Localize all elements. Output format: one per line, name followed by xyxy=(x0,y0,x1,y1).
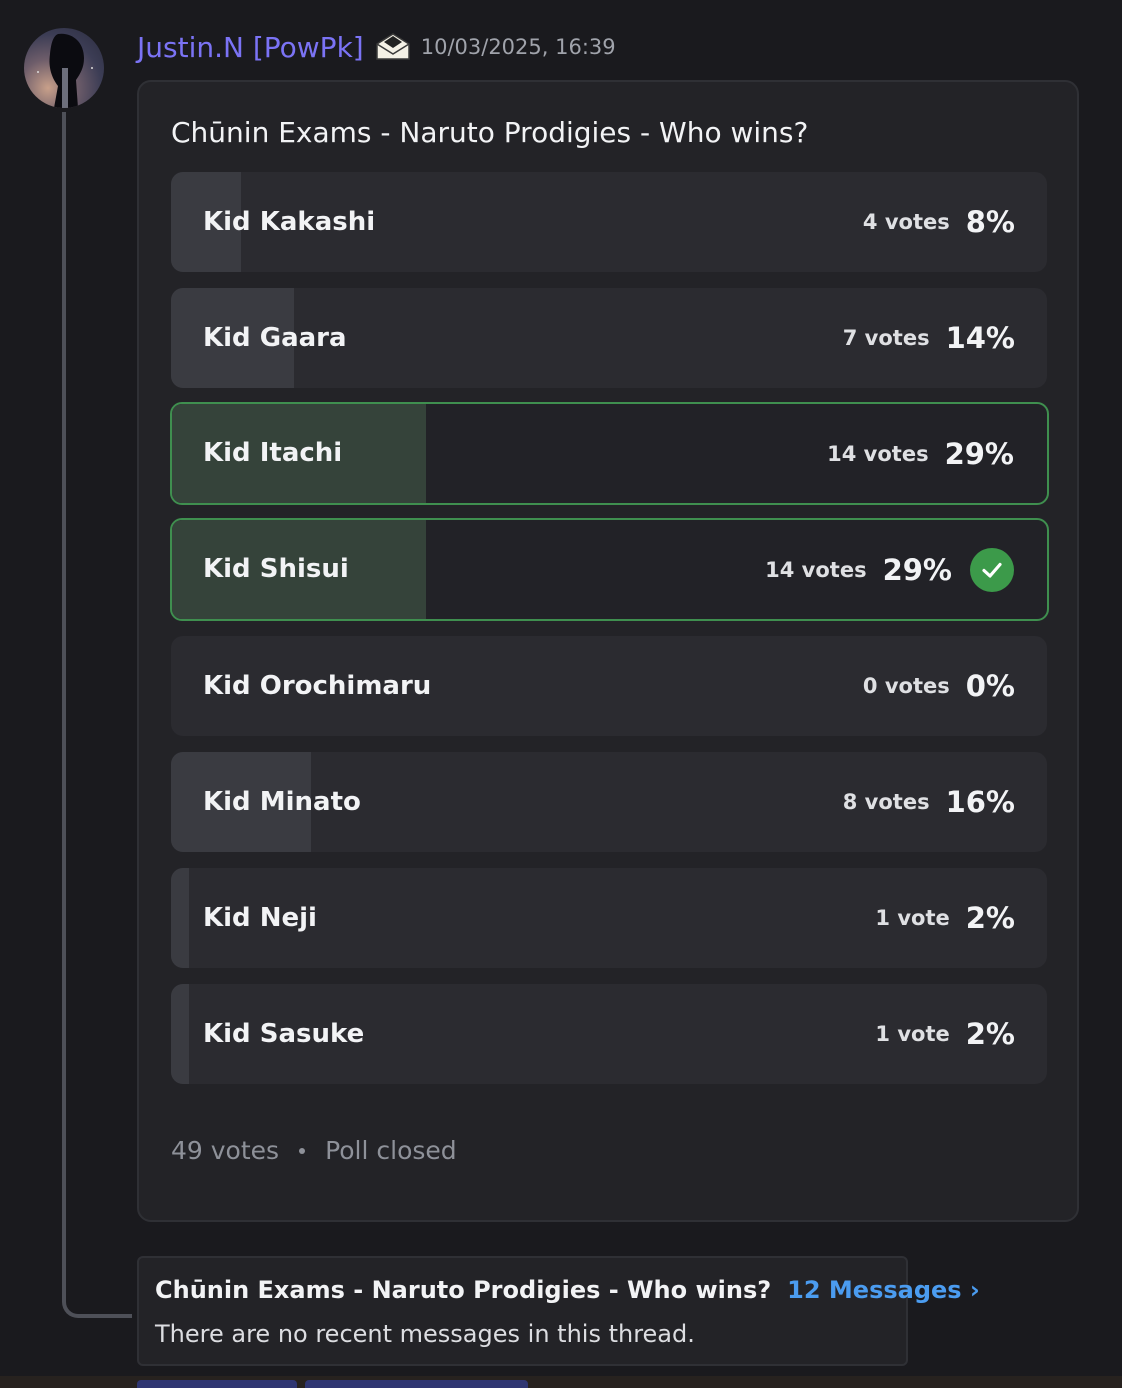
poll-option-label: Kid Sasuke xyxy=(203,1019,365,1049)
thread-title[interactable]: Chūnin Exams - Naruto Prodigies - Who wi… xyxy=(155,1276,771,1304)
poll-status: Poll closed xyxy=(325,1136,457,1165)
poll-option-percent: 0% xyxy=(965,669,1015,703)
poll-option-result: 4 votes 8% xyxy=(863,172,1015,272)
username[interactable]: Justin.N [PowPk] xyxy=(137,31,364,64)
poll-option-label: Kid Orochimaru xyxy=(203,671,432,701)
poll-question: Chūnin Exams - Naruto Prodigies - Who wi… xyxy=(171,116,809,149)
poll-option-kakashi[interactable]: Kid Kakashi 4 votes 8% xyxy=(171,172,1047,272)
voted-check-icon xyxy=(970,547,1014,592)
poll-option-shisui[interactable]: Kid Shisui 14 votes 29% xyxy=(170,518,1049,621)
poll-option-result: 14 votes 29% xyxy=(827,404,1014,503)
poll-option-result: 0 votes 0% xyxy=(863,636,1015,736)
poll-option-percent: 8% xyxy=(965,205,1015,239)
poll-option-percent: 2% xyxy=(965,901,1015,935)
poll-option-votes: 0 votes xyxy=(862,674,950,698)
poll-option-percent: 2% xyxy=(965,1017,1015,1051)
poll-option-percent: 29% xyxy=(944,436,1014,471)
thread-title-row: Chūnin Exams - Naruto Prodigies - Who wi… xyxy=(155,1276,980,1304)
poll-option-votes: 14 votes xyxy=(765,557,867,582)
poll-option-label: Kid Itachi xyxy=(203,438,343,468)
poll-option-votes: 4 votes xyxy=(862,210,950,234)
poll-option-label: Kid Kakashi xyxy=(203,207,376,237)
poll-option-result: 14 votes 29% xyxy=(765,520,1014,619)
envelope-badge-icon[interactable] xyxy=(374,32,412,62)
poll-option-votes: 7 votes xyxy=(842,326,930,350)
poll-footer: 49 votes Poll closed xyxy=(171,1136,457,1165)
poll-option-neji[interactable]: Kid Neji 1 vote 2% xyxy=(171,868,1047,968)
poll-option-percent: 14% xyxy=(945,321,1015,355)
bottom-button-partial[interactable] xyxy=(137,1380,297,1388)
poll-option-fill xyxy=(171,868,189,968)
poll-option-result: 7 votes 14% xyxy=(843,288,1015,388)
poll-option-result: 1 vote 2% xyxy=(875,984,1015,1084)
thread-connector-line xyxy=(62,112,132,1318)
thread-messages-link[interactable]: 12 Messages › xyxy=(787,1276,980,1304)
message-header: Justin.N [PowPk] 10/03/2025, 16:39 xyxy=(137,26,616,68)
poll-option-fill xyxy=(171,984,189,1084)
poll-option-result: 8 votes 16% xyxy=(843,752,1015,852)
poll-option-itachi[interactable]: Kid Itachi 14 votes 29% xyxy=(170,402,1049,505)
thread-subtitle: There are no recent messages in this thr… xyxy=(155,1320,695,1348)
message-timestamp: 10/03/2025, 16:39 xyxy=(420,35,616,59)
poll-option-votes: 1 vote xyxy=(875,906,950,930)
hooded-figure-icon xyxy=(37,33,93,108)
separator-dot xyxy=(299,1147,306,1154)
poll-total-votes: 49 votes xyxy=(171,1136,280,1165)
thread-preview-card[interactable]: Chūnin Exams - Naruto Prodigies - Who wi… xyxy=(137,1256,980,1366)
poll-option-percent: 16% xyxy=(945,785,1015,819)
bottom-button-partial[interactable] xyxy=(305,1380,528,1388)
poll-card: Chūnin Exams - Naruto Prodigies - Who wi… xyxy=(137,80,1079,1222)
avatar[interactable] xyxy=(24,28,104,108)
poll-option-label: Kid Gaara xyxy=(203,323,347,353)
poll-option-sasuke[interactable]: Kid Sasuke 1 vote 2% xyxy=(171,984,1047,1084)
poll-option-votes: 1 vote xyxy=(875,1022,950,1046)
poll-option-gaara[interactable]: Kid Gaara 7 votes 14% xyxy=(171,288,1047,388)
poll-option-result: 1 vote 2% xyxy=(875,868,1015,968)
poll-option-label: Kid Minato xyxy=(203,787,361,817)
poll-option-percent: 29% xyxy=(882,552,952,587)
poll-option-votes: 8 votes xyxy=(842,790,930,814)
poll-option-minato[interactable]: Kid Minato 8 votes 16% xyxy=(171,752,1047,852)
poll-option-label: Kid Neji xyxy=(203,903,317,933)
poll-option-votes: 14 votes xyxy=(827,441,929,466)
poll-option-label: Kid Shisui xyxy=(203,554,349,584)
poll-option-orochimaru[interactable]: Kid Orochimaru 0 votes 0% xyxy=(171,636,1047,736)
